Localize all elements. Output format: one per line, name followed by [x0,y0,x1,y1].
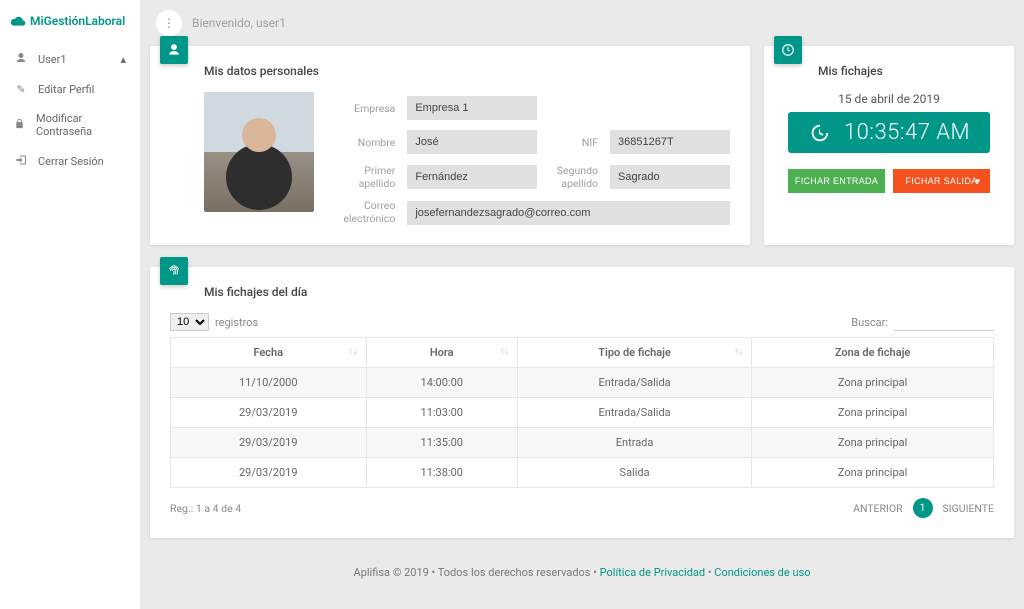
topbar: ⋮ Bienvenido, user1 [150,0,1014,46]
sort-icon: ↑↓ [500,346,509,357]
table-row: 29/03/201911:03:00Entrada/SalidaZona pri… [171,398,994,428]
lock-icon [14,118,26,132]
cell-tipo: Entrada/Salida [517,368,751,398]
page-size-select[interactable]: 10 [170,313,209,331]
fingerprint-icon [160,257,188,285]
footer: Aplifisa © 2019 • Todos los derechos res… [150,538,1014,589]
label-apellido1: Primer apellido [332,164,399,190]
privacy-link[interactable]: Política de Privacidad [600,566,705,579]
field-apellido1[interactable] [407,165,537,189]
history-icon [808,122,830,144]
label-nif: NIF [545,136,602,149]
fichajes-table: Fecha↑↓ Hora↑↓ Tipo de fichaje↑↓ Zona de… [170,337,994,488]
cell-fecha: 29/03/2019 [171,458,367,488]
cell-tipo: Entrada/Salida [517,398,751,428]
clock-in-button[interactable]: FICHAR ENTRADA [788,169,885,193]
col-hora[interactable]: Hora↑↓ [366,338,517,368]
cell-hora: 11:35:00 [366,428,517,458]
brand-name: MiGestiónLaboral [30,14,125,28]
cell-hora: 14:00:00 [366,368,517,398]
clock-badge-icon [774,36,802,64]
field-nif[interactable] [610,130,730,154]
card-title: Mis fichajes [818,64,994,78]
table-row: 29/03/201911:38:00SalidaZona principal [171,458,994,488]
field-empresa[interactable] [407,96,537,120]
table-row: 29/03/201911:35:00EntradaZona principal [171,428,994,458]
pager-page-1[interactable]: 1 [913,498,933,518]
user-icon [160,36,188,64]
day-log-card: Mis fichajes del día 10 registros Buscar… [150,267,1014,538]
label-correo: Correo electrónico [332,200,399,225]
welcome-text: Bienvenido, user1 [192,16,286,30]
sidebar-item-change-password[interactable]: Modificar Contraseña [0,104,140,146]
cell-fecha: 11/10/2000 [171,368,367,398]
label-apellido2: Segundo apellido [545,164,602,190]
pencil-icon: ✎ [14,83,28,96]
personal-data-card: Mis datos personales Empresa Nombre NIF … [150,46,750,245]
sort-icon: ↑↓ [349,346,358,357]
cell-fecha: 29/03/2019 [171,428,367,458]
clock-card: Mis fichajes 15 de abril de 2019 10:35:4… [764,46,1014,245]
field-apellido2[interactable] [610,165,730,189]
terms-link[interactable]: Condiciones de uso [714,566,810,579]
clock-date: 15 de abril de 2019 [784,92,994,106]
card-title: Mis datos personales [204,64,730,78]
cell-fecha: 29/03/2019 [171,398,367,428]
records-summary: Reg.: 1 a 4 de 4 [170,502,241,515]
cell-tipo: Entrada [517,428,751,458]
field-nombre[interactable] [407,130,537,154]
user-icon [14,52,28,67]
sidebar-item-edit-profile[interactable]: ✎ Editar Perfil [0,75,140,104]
pager-prev[interactable]: ANTERIOR [853,502,902,515]
logout-icon [14,154,28,169]
col-zona[interactable]: Zona de fichaje [752,338,994,368]
page-size-label: registros [215,316,258,329]
sidebar-item-label: Editar Perfil [38,83,94,96]
cell-hora: 11:38:00 [366,458,517,488]
sidebar-item-label: Cerrar Sesión [38,155,104,168]
sort-icon: ↑↓ [734,346,743,357]
caret-down-icon: ▼ [974,177,982,186]
col-tipo[interactable]: Tipo de fichaje↑↓ [517,338,751,368]
label-empresa: Empresa [332,102,399,115]
sidebar-user-label: User1 [38,53,67,66]
chevron-up-icon: ▴ [120,53,126,66]
label-nombre: Nombre [332,136,399,149]
cell-tipo: Salida [517,458,751,488]
sidebar-item-logout[interactable]: Cerrar Sesión [0,146,140,177]
footer-text: Aplifisa © 2019 • Todos los derechos res… [354,566,600,579]
cloud-icon [10,15,26,27]
cell-zona: Zona principal [752,428,994,458]
clock-time: 10:35:47 AM [844,120,970,145]
cell-zona: Zona principal [752,398,994,428]
cell-zona: Zona principal [752,368,994,398]
sidebar-item-label: Modificar Contraseña [36,112,126,138]
more-menu-button[interactable]: ⋮ [156,10,182,36]
card-title: Mis fichajes del día [204,285,994,299]
avatar [204,92,314,212]
clock-display: 10:35:47 AM [788,112,990,153]
clock-out-label: FICHAR SALIDA [906,176,978,186]
sidebar-user-toggle[interactable]: User1 ▴ [0,44,140,75]
brand-logo: MiGestiónLaboral [0,10,140,44]
table-row: 11/10/200014:00:00Entrada/SalidaZona pri… [171,368,994,398]
clock-out-button[interactable]: FICHAR SALIDA ▼ [893,169,990,193]
search-label: Buscar: [851,316,888,329]
sidebar: MiGestiónLaboral User1 ▴ ✎ Editar Perfil… [0,0,140,609]
cell-zona: Zona principal [752,458,994,488]
col-fecha[interactable]: Fecha↑↓ [171,338,367,368]
pager-next[interactable]: SIGUIENTE [943,502,994,515]
cell-hora: 11:03:00 [366,398,517,428]
search-input[interactable] [894,313,994,331]
main-content: ⋮ Bienvenido, user1 Mis datos personales… [140,0,1024,609]
field-correo[interactable] [407,201,730,225]
